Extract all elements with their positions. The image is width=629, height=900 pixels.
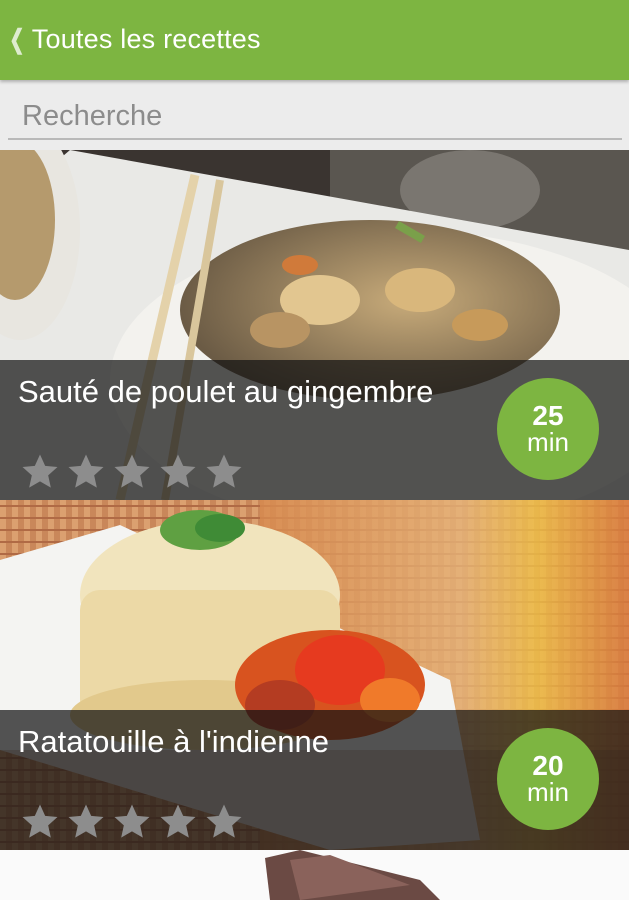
time-value: 25 <box>532 400 564 431</box>
star-icon <box>68 454 104 488</box>
star-icon <box>22 454 58 488</box>
search-input[interactable] <box>8 94 622 140</box>
rating-stars <box>20 452 244 492</box>
recipe-title: Sauté de poulet au gingembre <box>18 374 434 409</box>
recipe-photo <box>0 850 629 900</box>
star-icon <box>206 804 242 838</box>
star-icon <box>68 804 104 838</box>
star-icon <box>114 454 150 488</box>
time-badge: 25 min <box>497 378 599 480</box>
app-bar: ❮ Toutes les recettes <box>0 0 629 80</box>
recipe-card[interactable]: Sauté de poulet au gingembre 25 min <box>0 150 629 500</box>
time-unit: min <box>527 777 569 807</box>
rating-stars <box>20 802 244 842</box>
chevron-left-icon: ❮ <box>9 24 25 54</box>
star-icon <box>160 454 196 488</box>
time-value: 20 <box>532 750 564 781</box>
recipe-card[interactable]: Ratatouille à l'indienne 20 min <box>0 500 629 850</box>
back-button[interactable]: ❮ Toutes les recettes <box>6 22 261 56</box>
page-title: Toutes les recettes <box>31 23 261 54</box>
recipe-info-overlay: Sauté de poulet au gingembre 25 min <box>0 360 629 500</box>
recipe-card[interactable] <box>0 850 629 900</box>
recipe-title: Ratatouille à l'indienne <box>18 724 329 759</box>
star-icon <box>206 454 242 488</box>
time-unit: min <box>527 427 569 457</box>
star-icon <box>22 804 58 838</box>
recipe-info-overlay: Ratatouille à l'indienne 20 min <box>0 710 629 850</box>
time-badge: 20 min <box>497 728 599 830</box>
star-icon <box>160 804 196 838</box>
star-icon <box>114 804 150 838</box>
search-bar <box>0 80 629 150</box>
